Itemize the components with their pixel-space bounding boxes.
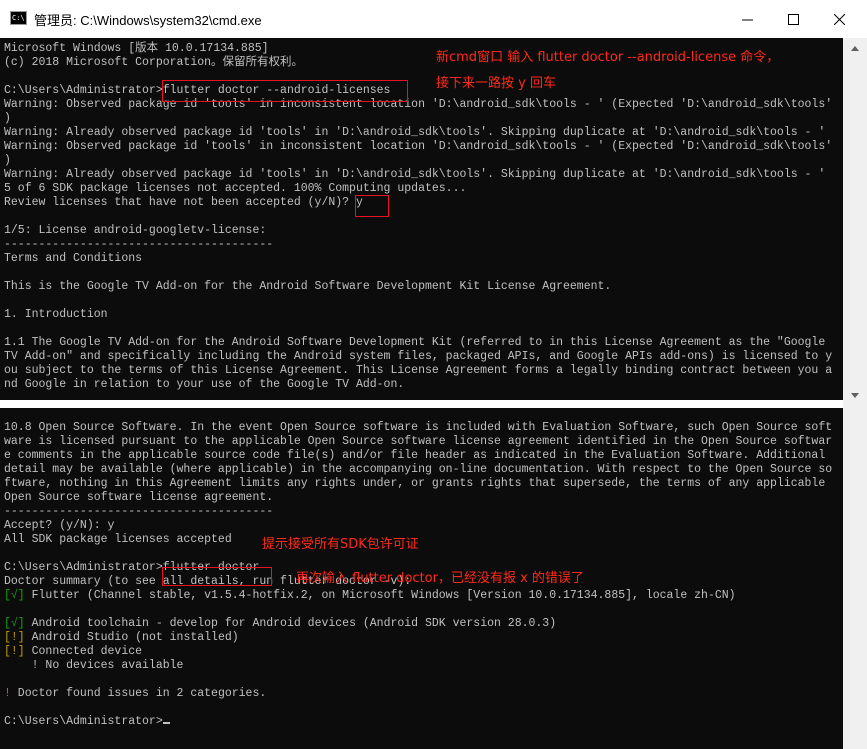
minimize-icon: [741, 19, 753, 20]
maximize-icon: [787, 13, 799, 25]
console-line: 1/5: License android-googletv-license:: [4, 224, 267, 237]
annotation-press-y: 接下来一路按 y 回车: [436, 76, 556, 91]
check-mark-icon: [√]: [4, 617, 25, 630]
screenshot-divider: [0, 400, 843, 408]
console-line: 5 of 6 SDK package licenses not accepted…: [4, 182, 467, 195]
console-line: Microsoft Windows [版本 10.0.17134.885]: [4, 42, 269, 55]
cmd-app-icon: C:\: [10, 11, 27, 25]
issue-mark-icon: !: [4, 687, 11, 700]
console-line: 10.8 Open Source Software. In the event …: [4, 421, 833, 434]
console-line: ): [4, 112, 11, 125]
licenses-accepted-line: All SDK package licenses accepted: [4, 533, 232, 546]
command-prompt: C:\Users\Administrator>: [4, 715, 163, 728]
warning-mark-icon: [!]: [4, 645, 25, 658]
highlight-box-y: [355, 195, 389, 217]
console-line: Connected device: [24, 645, 143, 658]
console-line: This is the Google TV Add-on for the And…: [4, 280, 612, 293]
maximize-button[interactable]: [770, 0, 816, 38]
console-line: nd Google in relation to your use of the…: [4, 378, 405, 391]
console-line: Warning: Already observed package id 'to…: [4, 126, 826, 139]
console-line: ware is licensed pursuant to the applica…: [4, 435, 833, 448]
console-line: ): [4, 154, 11, 167]
console-output-top[interactable]: Microsoft Windows [版本 10.0.17134.885] (c…: [0, 38, 843, 400]
close-button[interactable]: [816, 0, 862, 38]
console-line: ftware, nothing in this Agreement limits…: [4, 477, 826, 490]
console-line: Warning: Observed package id 'tools' in …: [4, 140, 833, 153]
annotation-new-cmd: 新cmd窗口 输入 flutter doctor --android-licen…: [436, 50, 780, 65]
text-cursor: [162, 722, 170, 724]
highlight-box-flutter-doctor: [162, 567, 272, 586]
close-icon: [833, 13, 845, 25]
console-line: Android toolchain - develop for Android …: [24, 617, 557, 630]
console-line: TV Add-on" and specifically including th…: [4, 350, 833, 363]
console-line: 1. Introduction: [4, 308, 108, 321]
console-line: Open Source software license agreement.: [4, 491, 274, 504]
console-line: No devices available: [38, 659, 184, 672]
console-line: Terms and Conditions: [4, 252, 143, 265]
title-bar[interactable]: C:\ 管理员: C:\Windows\system32\cmd.exe: [0, 0, 867, 38]
console-line: detail may be available (where applicabl…: [4, 463, 833, 476]
console-line: !: [4, 659, 39, 672]
check-mark-icon: [√]: [4, 589, 25, 602]
console-text-top: Microsoft Windows [版本 10.0.17134.885] (c…: [4, 42, 832, 392]
console-line: e comments in the applicable source code…: [4, 449, 826, 462]
console-line: ---------------------------------------: [4, 505, 274, 518]
annotation-no-errors: 再次输入 flutter doctor，已经没有报 x 的错误了: [296, 571, 584, 586]
console-line: Warning: Already observed package id 'to…: [4, 168, 826, 181]
console-line: ou subject to the terms of this License …: [4, 364, 833, 377]
console-line: Accept? (y/N): y: [4, 519, 115, 532]
annotation-licenses-accepted: 提示接受所有SDK包许可证: [262, 537, 419, 552]
scroll-down-icon[interactable]: [851, 393, 859, 398]
console-line: Android Studio (not installed): [24, 631, 239, 644]
console-line: Flutter (Channel stable, v1.5.4-hotfix.2…: [24, 589, 736, 602]
warning-mark-icon: [!]: [4, 631, 25, 644]
console-line: Doctor found issues in 2 categories.: [10, 687, 267, 700]
console-line: 1.1 The Google TV Add-on for the Android…: [4, 336, 826, 349]
highlight-box-command: [162, 80, 408, 102]
vertical-scrollbar[interactable]: [843, 38, 867, 749]
console-line: Warning: Observed package id 'tools' in …: [4, 98, 833, 111]
review-licenses-prompt: Review licenses that have not been accep…: [4, 196, 363, 209]
console-line: ---------------------------------------: [4, 238, 274, 251]
minimize-button[interactable]: [724, 0, 770, 38]
window-title: 管理员: C:\Windows\system32\cmd.exe: [34, 13, 262, 28]
console-line: (c) 2018 Microsoft Corporation。保留所有权利。: [4, 56, 304, 69]
scroll-up-icon[interactable]: [851, 46, 859, 51]
